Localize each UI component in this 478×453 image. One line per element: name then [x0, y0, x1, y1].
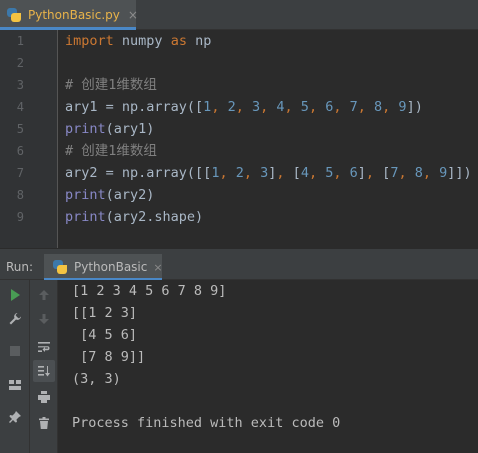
- wrench-icon[interactable]: [4, 308, 26, 330]
- run-tab-pythonbasic[interactable]: PythonBasic ×: [44, 254, 163, 280]
- tab-filename: PythonBasic.py: [28, 8, 120, 22]
- tab-pythonbasic-py[interactable]: PythonBasic.py ×: [0, 0, 138, 30]
- stop-icon[interactable]: [4, 340, 26, 362]
- console-line: [[1 2 3]: [72, 305, 138, 321]
- code-token: 6: [349, 165, 358, 181]
- arrow-down-icon[interactable]: [33, 308, 55, 330]
- code-token: ,: [308, 165, 326, 181]
- code-token: 5: [300, 99, 309, 115]
- line-number: 2: [16, 56, 24, 70]
- console-line: Process finished with exit code 0: [72, 415, 341, 431]
- code-token: ,: [235, 99, 252, 115]
- pin-icon[interactable]: [4, 406, 26, 428]
- code-line: print(ary2.shape): [65, 206, 203, 228]
- run-toolbar-left: [0, 280, 30, 453]
- console-line: (3, 3): [72, 371, 121, 387]
- code-token: ,: [243, 165, 261, 181]
- editor-tab-bar: PythonBasic.py ×: [0, 0, 478, 30]
- code-token: 4: [276, 99, 285, 115]
- line-number: 3: [16, 78, 24, 92]
- code-token: # 创建1维数组: [65, 77, 157, 93]
- code-token: (ary2): [105, 187, 155, 203]
- code-token: np: [186, 33, 212, 49]
- python-run-config-icon: [52, 259, 68, 275]
- code-token: ,: [357, 99, 375, 115]
- code-token: ,: [260, 99, 277, 115]
- code-token: ,: [365, 165, 383, 181]
- layout-icon[interactable]: [4, 374, 26, 396]
- code-token: 2: [227, 99, 236, 115]
- scroll-to-end-icon[interactable]: [33, 360, 55, 382]
- code-line: # 创建1维数组: [65, 140, 157, 162]
- console-output[interactable]: [1 2 3 4 5 6 7 8 9] [[1 2 3] [4 5 6] [7 …: [58, 280, 478, 453]
- tab-close-icon[interactable]: ×: [128, 8, 138, 22]
- run-label: Run:: [6, 260, 34, 274]
- code-token: ]]): [447, 165, 472, 181]
- console-line: [4 5 6]: [72, 327, 138, 343]
- code-token: 8: [414, 165, 423, 181]
- code-token: ,: [422, 165, 440, 181]
- code-token: 9: [398, 99, 407, 115]
- code-token: print: [65, 209, 106, 225]
- run-icon[interactable]: [4, 284, 26, 306]
- line-number: 9: [16, 210, 24, 224]
- code-token: numpy: [113, 33, 171, 49]
- code-token: ,: [276, 165, 293, 181]
- code-token: # 创建1维数组: [65, 143, 157, 159]
- code-token: 2: [235, 165, 244, 181]
- code-token: ,: [219, 165, 236, 181]
- code-token: print: [65, 187, 106, 203]
- soft-wrap-icon[interactable]: [33, 336, 55, 358]
- code-token: 3: [251, 99, 261, 115]
- code-token: ]): [406, 99, 423, 115]
- code-token: as: [170, 33, 187, 49]
- code-line: # 创建1维数组: [65, 74, 157, 96]
- line-number: 7: [16, 166, 24, 180]
- trash-icon[interactable]: [33, 412, 55, 434]
- code-token: ,: [333, 99, 350, 115]
- run-tab-close-icon[interactable]: ×: [153, 261, 162, 274]
- arrow-up-icon[interactable]: [33, 284, 55, 306]
- line-number: 8: [16, 188, 24, 202]
- code-line: print(ary2): [65, 184, 154, 206]
- print-icon[interactable]: [33, 386, 55, 408]
- run-tab-label: PythonBasic: [74, 260, 148, 274]
- code-line: ary1 = np.array([1, 2, 3, 4, 5, 6, 7, 8,…: [65, 96, 423, 118]
- code-token: 4: [300, 165, 309, 181]
- code-token: 7: [349, 99, 358, 115]
- code-line: print(ary1): [65, 118, 154, 140]
- code-line: ary2 = np.array([[1, 2, 3], [4, 5, 6], […: [65, 162, 472, 184]
- line-number: 5: [16, 122, 24, 136]
- code-line: import numpy as np: [65, 30, 211, 52]
- code-token: ,: [398, 165, 415, 181]
- code-token: ary2 = np.array([[: [65, 165, 212, 181]
- line-number-gutter: 1 2 3 4 5 6 7 8 9: [0, 30, 58, 248]
- run-tool-window-header: Run: PythonBasic ×: [0, 254, 478, 280]
- code-token: ,: [308, 99, 326, 115]
- run-toolbar-right: [30, 280, 58, 453]
- code-token: [: [292, 165, 301, 181]
- code-token: ,: [211, 99, 228, 115]
- line-number: 4: [16, 100, 24, 114]
- code-token: import: [65, 33, 114, 49]
- code-token: ary1 = np.array([: [65, 99, 204, 115]
- code-token: print: [65, 121, 106, 137]
- line-number: 1: [16, 34, 24, 48]
- console-line: [7 8 9]]: [72, 349, 146, 365]
- line-number: 6: [16, 144, 24, 158]
- code-token: 8: [374, 99, 383, 115]
- code-token: ]: [357, 165, 366, 181]
- python-file-icon: [6, 7, 22, 23]
- code-token: ,: [284, 99, 301, 115]
- code-token: (ary2.shape): [105, 209, 204, 225]
- code-editor[interactable]: 1 2 3 4 5 6 7 8 9 import numpy as np # 创…: [0, 30, 478, 248]
- console-line: [1 2 3 4 5 6 7 8 9]: [72, 283, 227, 299]
- code-token: (ary1): [105, 121, 155, 137]
- code-token: ,: [333, 165, 350, 181]
- code-token: ,: [382, 99, 399, 115]
